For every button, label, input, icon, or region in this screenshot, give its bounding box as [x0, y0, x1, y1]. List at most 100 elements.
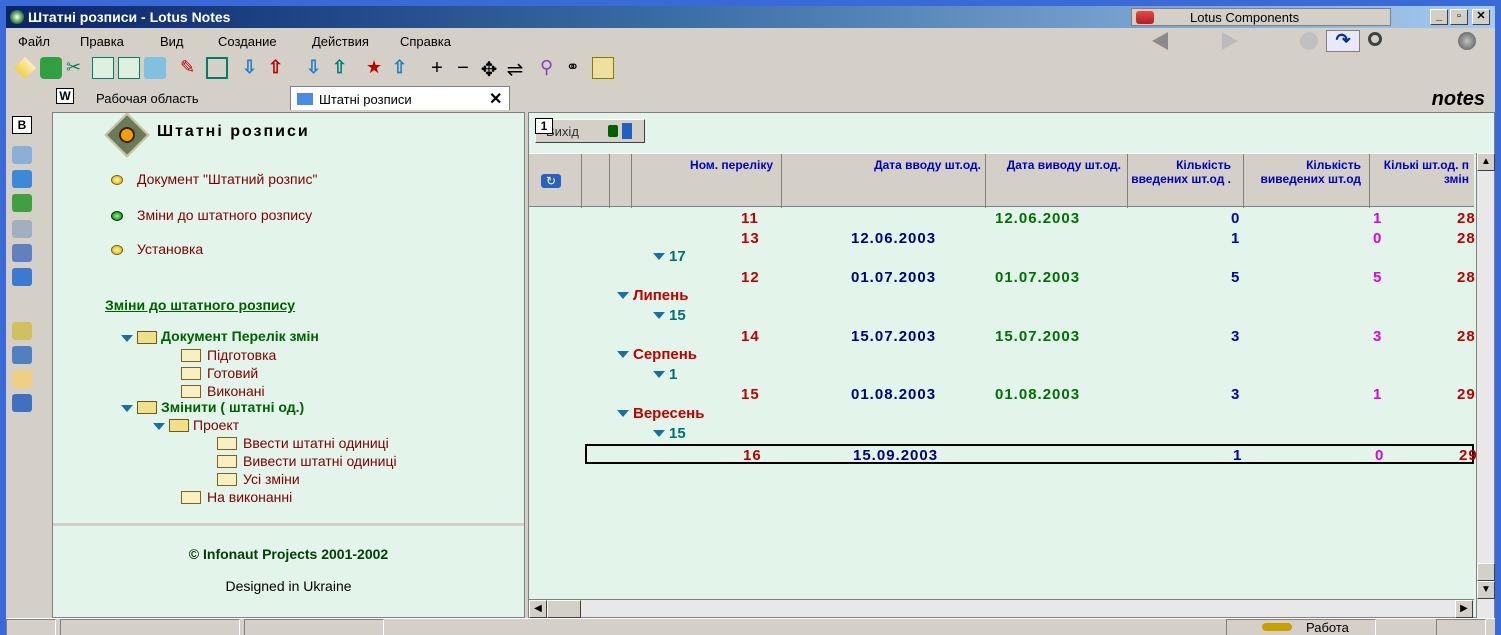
horizontal-scrollbar[interactable]: ◀ ▶ [529, 599, 1474, 618]
bookmark-9-icon[interactable] [12, 370, 32, 388]
tree-item[interactable]: Проект [193, 417, 239, 433]
bookmark-2-icon[interactable] [12, 170, 32, 188]
document-row[interactable]: 14 15.07.2003 15.07.2003 3 3 28 [529, 327, 1475, 347]
properties-icon[interactable] [144, 57, 166, 79]
tree-item[interactable]: Ввести штатні одиниці [243, 435, 389, 451]
tree-item[interactable]: Готовий [207, 365, 258, 381]
link-changes[interactable]: Зміни до штатного розпису [137, 207, 312, 223]
menu-view[interactable]: Вид [160, 34, 184, 49]
key-icon[interactable] [1262, 623, 1292, 631]
note-icon[interactable] [592, 57, 614, 79]
scroll-right-button[interactable]: ▶ [1455, 600, 1473, 618]
flashlight-icon[interactable]: ⚲ [540, 57, 562, 79]
expand-one-icon[interactable]: ⇩ [306, 57, 328, 79]
prev-unread-icon[interactable]: ⇧ [392, 57, 414, 79]
refresh-icon[interactable]: ↷ [1326, 30, 1360, 52]
bookmark-b-icon[interactable]: B [12, 116, 32, 134]
tree-item[interactable]: Вивести штатні одиниці [243, 453, 397, 469]
minus-icon[interactable]: − [452, 57, 474, 79]
column-date-out[interactable]: Дата виводу шт.од. [989, 158, 1121, 172]
bookmark-3-icon[interactable] [12, 194, 32, 212]
document-row[interactable]: 13 12.06.2003 1 0 28 [529, 229, 1475, 249]
twistie-icon[interactable] [617, 410, 629, 417]
twistie-icon[interactable] [653, 429, 665, 437]
next-unread-icon[interactable]: ★ [366, 57, 388, 79]
paste-icon[interactable] [118, 57, 140, 79]
column-date-in[interactable]: Дата вводу шт.од. [791, 158, 981, 172]
bookmark-5-icon[interactable] [12, 244, 32, 262]
scissors-icon[interactable]: ✂ [66, 57, 88, 79]
tree-item[interactable]: Документ Перелік змін [161, 328, 319, 344]
scroll-thumb[interactable] [1477, 563, 1495, 581]
refresh-view-icon[interactable]: ↻ [541, 174, 561, 188]
bookmark-8-icon[interactable] [12, 346, 32, 364]
vertical-scrollbar[interactable]: ▲ ▼ [1476, 153, 1495, 619]
stop-icon[interactable] [1300, 32, 1318, 50]
document-row[interactable]: 15 01.08.2003 01.08.2003 3 1 29 [529, 385, 1475, 405]
column-total[interactable]: Кількі шт.од. п змін [1377, 158, 1469, 186]
bookmark-6-icon[interactable] [12, 268, 32, 286]
tree-item[interactable]: Змінити ( штатні од.) [161, 399, 304, 415]
menu-edit[interactable]: Правка [80, 34, 124, 49]
minimize-button[interactable]: _ [1430, 9, 1448, 25]
close-button[interactable]: ✕ [1472, 9, 1490, 25]
tree-item[interactable]: На виконанні [207, 489, 292, 505]
search-icon[interactable] [1368, 32, 1382, 46]
edit-icon[interactable] [206, 57, 228, 79]
document-row[interactable]: 16 15.09.2003 1 0 29 [585, 444, 1477, 465]
twistie-icon[interactable] [153, 423, 165, 430]
bookmark-4-icon[interactable] [12, 220, 32, 238]
open-database-icon[interactable] [40, 57, 62, 79]
binoculars-icon[interactable]: ⚭ [566, 57, 588, 79]
menu-help[interactable]: Справка [400, 34, 451, 49]
pen-icon[interactable]: ✎ [180, 57, 202, 79]
document-row[interactable]: 12 01.07.2003 01.07.2003 5 5 28 [529, 268, 1475, 288]
menu-create[interactable]: Создание [218, 34, 277, 49]
scroll-down-button[interactable]: ▼ [1477, 581, 1495, 599]
menu-actions[interactable]: Действия [312, 34, 369, 49]
twistie-icon[interactable] [617, 292, 629, 300]
bookmark-7-icon[interactable] [12, 322, 32, 340]
column-num[interactable]: Ном. переліку [679, 158, 773, 172]
twistie-icon[interactable] [653, 370, 665, 378]
scroll-up-button[interactable]: ▲ [1477, 153, 1495, 171]
forward-arrow-icon[interactable] [1222, 32, 1238, 50]
twistie-icon[interactable] [121, 405, 133, 412]
collapse-all-icon[interactable]: ⇌ [504, 57, 526, 81]
tree-item[interactable]: Усі зміни [243, 471, 300, 487]
twistie-icon[interactable] [121, 335, 133, 342]
link-setup[interactable]: Установка [137, 241, 203, 257]
expand-all-icon[interactable]: ✥ [478, 57, 500, 81]
home-icon[interactable] [14, 57, 36, 79]
menu-file[interactable]: Файл [18, 34, 50, 49]
bookmark-10-icon[interactable] [12, 394, 32, 412]
tab-close-icon[interactable]: ✕ [489, 89, 502, 109]
exit-button[interactable]: Вихід 1 [535, 118, 645, 143]
tree-item[interactable]: Виконані [207, 383, 265, 399]
column-qty-out[interactable]: Кількість виведених шт.од [1247, 158, 1361, 186]
maximize-button[interactable]: ▫ [1450, 9, 1468, 25]
lotus-components-button[interactable]: Lotus Components [1131, 8, 1391, 26]
document-row[interactable]: 11 12.06.2003 0 1 28 [529, 209, 1475, 229]
bookmark-1-icon[interactable] [12, 146, 32, 164]
hscroll-thumb[interactable] [547, 600, 581, 618]
twistie-icon[interactable] [617, 351, 629, 359]
scroll-left-button[interactable]: ◀ [529, 600, 547, 618]
tab-active[interactable]: Штатні розписи ✕ [290, 86, 510, 110]
status-location[interactable]: Работа [1306, 620, 1349, 635]
globe-icon[interactable] [1458, 32, 1476, 50]
tab-workspace[interactable]: Рабочая область [96, 91, 199, 106]
collapse-one-icon[interactable]: ⇧ [332, 57, 354, 79]
inbox-status[interactable] [1436, 619, 1486, 635]
back-arrow-icon[interactable] [1152, 32, 1168, 50]
collapse-icon[interactable]: ⇧ [268, 57, 290, 79]
plus-icon[interactable]: + [426, 57, 448, 79]
workspace-icon[interactable]: W [56, 88, 74, 104]
column-qty-in[interactable]: Кількість введених шт.од . [1131, 158, 1231, 186]
tree-item[interactable]: Підготовка [207, 347, 276, 363]
twistie-icon[interactable] [653, 253, 665, 261]
twistie-icon[interactable] [653, 312, 665, 319]
copy-icon[interactable] [92, 57, 114, 79]
link-document[interactable]: Документ "Штатний розпис" [137, 171, 317, 187]
expand-icon[interactable]: ⇩ [242, 57, 264, 79]
